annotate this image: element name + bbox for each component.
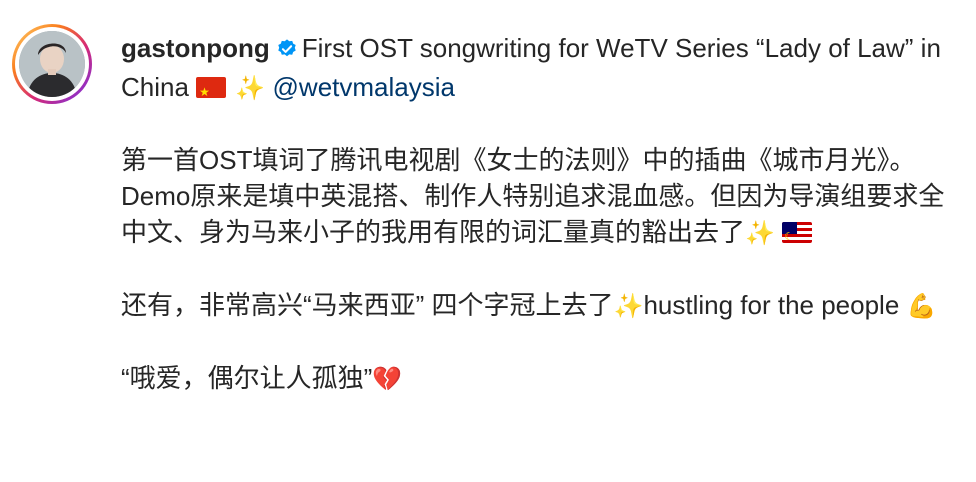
broken-heart-icon: 💔 (372, 365, 403, 393)
flag-china-icon (196, 74, 227, 110)
post-caption: gastonpong First OST songwriting for WeTV… (0, 0, 976, 482)
mention-link[interactable]: @wetvmalaysia (273, 72, 455, 102)
caption-paragraph-2: 第一首OST填词了腾讯电视剧《女士的法则》中的插曲《城市月光》。Demo原来是填… (121, 142, 951, 251)
sparkles-icon: ✨ (613, 292, 644, 320)
avatar[interactable] (19, 31, 85, 97)
caption-text-3: 还有，非常高兴“马来西亚” 四个字冠上去了 (121, 290, 614, 320)
avatar-image (19, 31, 85, 97)
flexed-biceps-icon: 💪 (906, 292, 937, 320)
caption-text-4: “哦爱，偶尔让人孤独” (121, 363, 373, 393)
flag-malaysia-icon (782, 222, 813, 243)
caption-content: gastonpong First OST songwriting for WeTV… (121, 30, 951, 397)
sparkles-icon: ✨ (235, 74, 266, 102)
caption-text-3-tail: hustling for the people (643, 290, 900, 320)
caption-paragraph-3: 还有，非常高兴“马来西亚” 四个字冠上去了✨hustling for the p… (121, 287, 951, 324)
avatar-ring-inner (15, 27, 89, 101)
sparkles-icon: ✨ (745, 219, 775, 247)
username-link[interactable]: gastonpong (121, 33, 270, 63)
caption-text-2: 第一首OST填词了腾讯电视剧《女士的法则》中的插曲《城市月光》。Demo原来是填… (121, 145, 945, 247)
caption-paragraph-1: gastonpong First OST songwriting for WeTV… (121, 30, 951, 110)
caption-paragraph-4: “哦爱，偶尔让人孤独”💔 (121, 360, 951, 397)
story-ring[interactable] (12, 24, 92, 104)
verified-badge-icon (276, 33, 298, 69)
